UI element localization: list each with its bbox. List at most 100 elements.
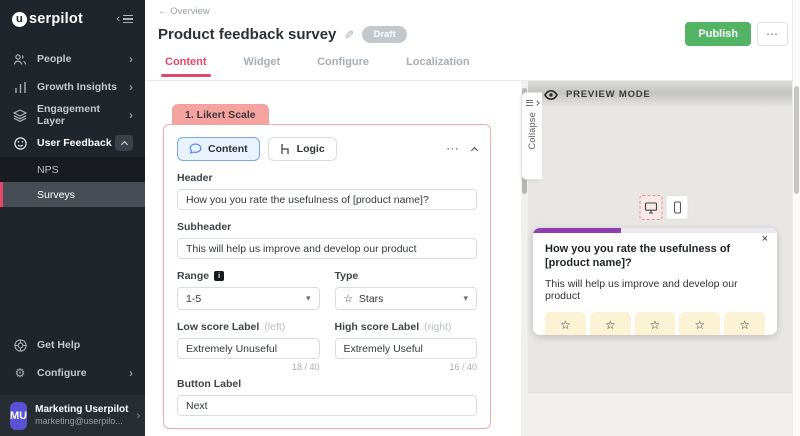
preview-mode-label: PREVIEW MODE [566,89,651,100]
sidebar-item-growth-insights[interactable]: Growth Insights › [0,73,145,101]
sidebar-nav: People › Growth Insights › Engagement La… [0,45,145,207]
sidebar-item-label: Configure [37,367,87,379]
low-score-label: Low score Label [177,321,260,333]
sidebar-subitem-label: Surveys [37,188,75,201]
publish-button[interactable]: Publish [685,22,751,46]
sidebar-collapse-button[interactable]: ‹ [116,13,133,26]
high-score-input[interactable] [334,338,477,359]
chevron-left-icon: ‹ [116,13,120,25]
star-icon: ☆ [343,292,353,305]
sidebar-item-people[interactable]: People › [0,45,145,73]
preview-panel: Collapse PREVIEW MODE × How you you rate… [521,81,800,436]
bar-chart-icon [12,81,28,93]
sidebar-item-get-help[interactable]: Get Help [0,331,145,359]
type-select[interactable]: ☆ Stars ▾ [334,287,477,310]
header-input[interactable] [177,189,477,210]
high-score-counter: 16 / 40 [449,362,477,372]
desktop-preview-button[interactable] [639,195,663,220]
high-score-label: High score Label [334,321,420,333]
edit-title-icon[interactable]: ✎ [344,28,354,42]
survey-preview-card: × How you you rate the usefulness of [pr… [533,228,777,335]
speech-bubble-icon [189,143,202,155]
tab-configure[interactable]: Configure [317,56,369,77]
close-icon[interactable]: × [762,234,768,245]
collapse-preview-button[interactable]: Collapse [521,92,542,180]
drag-handle-icon [525,98,533,108]
subheader-field-label: Subheader [177,221,232,233]
low-score-hint: (left) [264,321,286,333]
sidebar-subitem-surveys[interactable]: Surveys [0,182,145,207]
star-button-2[interactable]: ☆ [589,311,631,335]
star-button-1[interactable]: ☆ [545,311,586,335]
layers-icon [12,108,28,122]
tab-localization[interactable]: Localization [406,56,470,77]
sidebar-item-label: Get Help [37,339,81,351]
chevron-right-icon: › [129,108,133,122]
page-scrollbar[interactable] [792,0,800,436]
survey-editor: 1. Likert Scale Content Logic ⋯ Header H… [145,81,521,436]
sidebar-subitem-nps[interactable]: NPS [0,157,145,182]
sidebar-item-configure[interactable]: ⚙ Configure › [0,359,145,387]
hamburger-icon [123,13,133,26]
logic-branch-icon [280,143,291,155]
button-label-field-label: Button Label [177,378,242,390]
sidebar-item-label: Engagement Layer [37,103,101,127]
sidebar-item-label: Growth Insights [37,81,117,93]
sidebar: userpilot ‹ People › Growth Insights › [0,0,145,436]
low-score-input[interactable] [177,338,320,359]
tab-bar: Content Widget Configure Localization [158,56,790,77]
sidebar-item-label: People [37,53,72,65]
tab-widget[interactable]: Widget [244,56,281,77]
star-button-4[interactable]: ☆ [679,311,721,335]
star-button-5[interactable]: ☆ [724,311,765,335]
chevron-right-icon: › [129,52,133,66]
type-field-label: Type [334,270,359,282]
gear-icon: ⚙ [14,366,26,380]
sidebar-item-label: User Feedback [37,137,112,149]
sidebar-item-engagement-layer[interactable]: Engagement Layer › [0,101,145,129]
sidebar-subitem-label: NPS [37,163,59,176]
content-toggle-button[interactable]: Content [177,137,260,161]
people-icon [12,53,28,66]
more-options-button[interactable]: ⋯ [757,22,788,46]
sidebar-item-user-feedback[interactable]: User Feedback [0,129,145,157]
star-button-3[interactable]: ☆ [634,311,676,335]
preview-mode-header: PREVIEW MODE [528,81,800,108]
header-field-label: Header [177,172,213,184]
chevron-right-icon [533,99,540,106]
chevron-right-icon: › [129,80,133,94]
smiley-icon [12,136,28,150]
survey-subtitle: This will help us improve and develop ou… [545,277,738,302]
card-collapse-button[interactable] [470,140,479,158]
logic-toggle-button[interactable]: Logic [267,137,337,161]
star-rating: ☆ ☆ ☆ ☆ ☆ [545,311,765,335]
mobile-preview-button[interactable] [665,195,689,220]
device-toggle [639,195,689,220]
eye-icon [544,89,558,101]
range-select[interactable]: 1-5 ▾ [177,287,320,310]
breadcrumb[interactable]: ← Overview [158,6,790,17]
card-more-icon[interactable]: ⋯ [446,141,460,157]
account-menu[interactable]: MU Marketing Userpilot marketing@userpil… [0,395,145,436]
status-badge: Draft [362,26,407,43]
tab-content[interactable]: Content [161,56,211,77]
scrollbar-thumb[interactable] [794,86,799,194]
collapse-label: Collapse [527,111,537,149]
collapse-section-button[interactable] [115,135,133,151]
info-icon[interactable]: i [214,271,225,281]
main-area: ← Overview Product feedback survey ✎ Dra… [145,0,800,436]
chevron-up-icon [120,140,128,149]
lifebuoy-icon [12,338,28,352]
section-tab-likert-scale[interactable]: 1. Likert Scale [172,104,269,125]
logo-mark-icon: u [12,11,27,27]
page-title: Product feedback survey [158,26,337,43]
survey-question: How you you rate the usefulness of [prod… [545,243,731,269]
chevron-right-icon: › [136,409,141,422]
button-label-input[interactable] [177,395,477,416]
account-name: Marketing Userpilot [35,403,129,415]
preview-footer-strip [528,392,800,436]
chevron-down-icon: ▾ [305,293,311,303]
account-email: marketing@userpilo... [35,416,123,427]
subheader-input[interactable] [177,238,477,259]
app: userpilot ‹ People › Growth Insights › [0,0,800,436]
